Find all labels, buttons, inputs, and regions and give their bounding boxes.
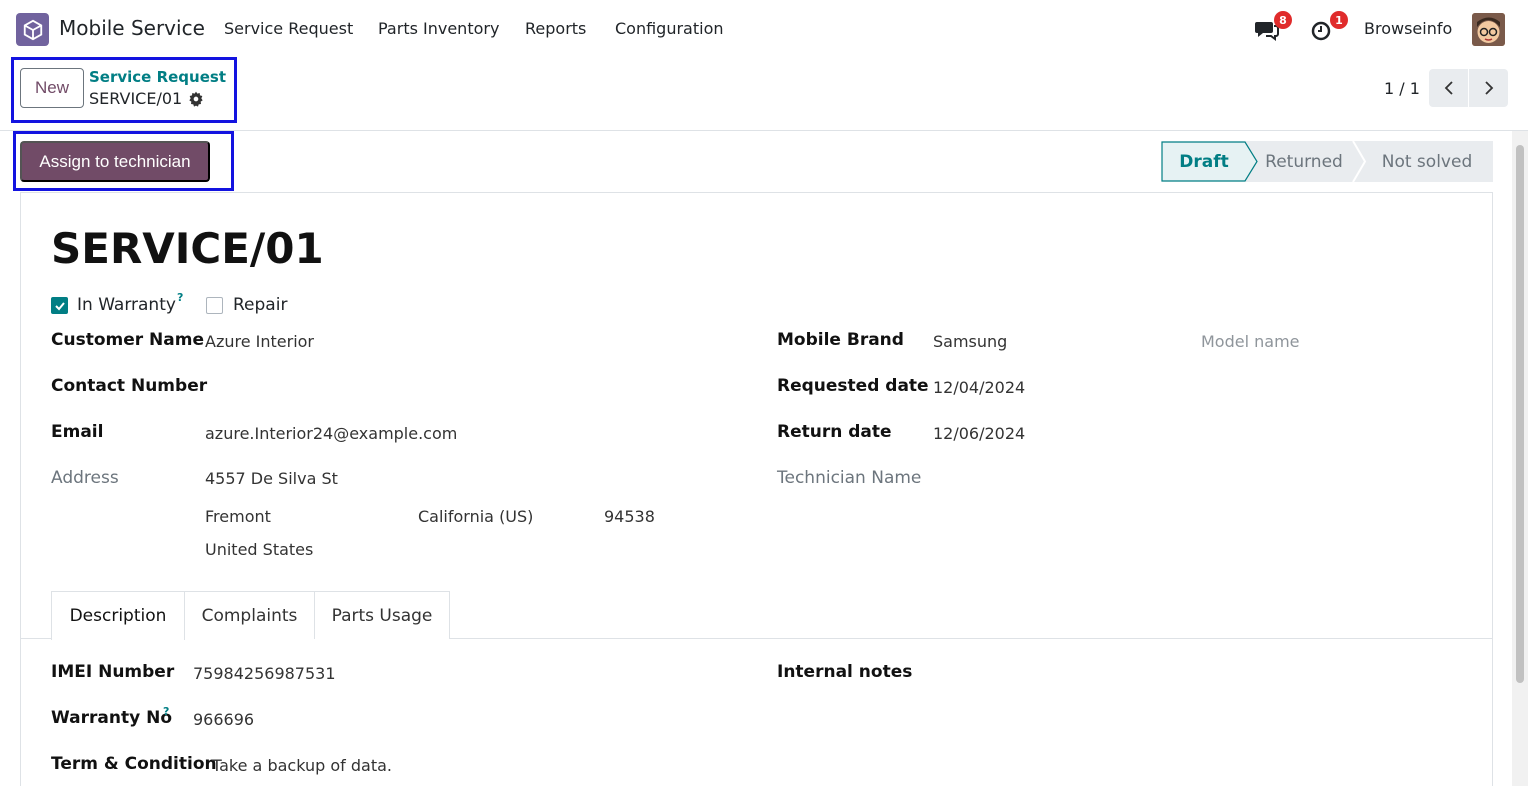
user-avatar[interactable] <box>1472 13 1505 46</box>
term-condition-field[interactable]: Take a backup of data. <box>212 756 392 775</box>
internal-notes-label: Internal notes <box>777 662 913 682</box>
top-navbar: Mobile Service Service Request Parts Inv… <box>0 0 1528 57</box>
breadcrumb-current-label: SERVICE/01 <box>89 89 183 108</box>
in-warranty-checkbox[interactable] <box>51 297 68 314</box>
imei-number-field[interactable]: 75984256987531 <box>193 664 336 683</box>
term-condition-label: Term & Condition <box>51 754 217 774</box>
requested-date-label: Requested date <box>777 376 929 396</box>
user-name[interactable]: Browseinfo <box>1364 19 1452 38</box>
assign-to-technician-button[interactable]: Assign to technician <box>20 141 210 182</box>
imei-number-label: IMEI Number <box>51 662 175 682</box>
pager-next-button[interactable] <box>1469 69 1508 107</box>
customer-name-field[interactable]: Azure Interior <box>205 332 314 351</box>
stage-returned[interactable]: Returned <box>1257 141 1351 182</box>
mobile-brand-label: Mobile Brand <box>777 330 904 350</box>
warranty-no-field[interactable]: 966696 <box>193 710 254 729</box>
chevron-left-icon <box>1444 81 1453 95</box>
app-name[interactable]: Mobile Service <box>59 16 205 40</box>
menu-parts-inventory[interactable]: Parts Inventory <box>378 19 499 38</box>
street-field[interactable]: 4557 De Silva St <box>205 469 338 488</box>
app-logo-icon[interactable] <box>16 13 49 46</box>
pager-previous-button[interactable] <box>1429 69 1468 107</box>
new-button[interactable]: New <box>20 68 84 108</box>
tab-parts-usage[interactable]: Parts Usage <box>314 591 450 639</box>
requested-date-field[interactable]: 12/04/2024 <box>933 378 1025 397</box>
tab-complaints[interactable]: Complaints <box>184 591 315 639</box>
pager-value[interactable]: 1 / 1 <box>1384 79 1420 98</box>
contact-number-label: Contact Number <box>51 376 208 396</box>
activities-button[interactable]: 1 <box>1310 11 1348 42</box>
scrollbar-thumb[interactable] <box>1516 145 1524 683</box>
return-date-label: Return date <box>777 422 892 442</box>
zip-field[interactable]: 94538 <box>604 507 655 526</box>
messages-button[interactable]: 8 <box>1254 11 1292 42</box>
menu-configuration[interactable]: Configuration <box>615 19 724 38</box>
form-sheet <box>20 192 1493 786</box>
gear-icon[interactable] <box>188 91 204 107</box>
tab-description[interactable]: Description <box>51 591 185 640</box>
chevron-right-icon <box>1484 81 1493 95</box>
stage-not-solved[interactable]: Not solved <box>1367 141 1487 182</box>
stage-draft[interactable]: Draft <box>1161 141 1247 182</box>
in-warranty-help-icon[interactable]: ? <box>177 291 183 304</box>
breadcrumb-parent-link[interactable]: Service Request <box>89 68 226 86</box>
repair-label[interactable]: Repair <box>233 295 287 315</box>
mobile-brand-field[interactable]: Samsung <box>933 332 1007 351</box>
record-title[interactable]: SERVICE/01 <box>51 224 324 273</box>
warranty-no-help-icon[interactable]: ? <box>163 705 169 718</box>
state-field[interactable]: California (US) <box>418 507 533 526</box>
menu-service-request[interactable]: Service Request <box>224 19 353 38</box>
email-label: Email <box>51 422 104 442</box>
technician-name-label: Technician Name <box>777 468 922 488</box>
model-name-field[interactable]: Model name <box>1201 332 1300 351</box>
return-date-field[interactable]: 12/06/2024 <box>933 424 1025 443</box>
check-icon <box>54 301 65 310</box>
city-field[interactable]: Fremont <box>205 507 271 526</box>
form-view-page: Mobile Service Service Request Parts Inv… <box>0 0 1528 786</box>
breadcrumb-current: SERVICE/01 <box>89 89 204 108</box>
in-warranty-label[interactable]: In Warranty <box>77 295 176 315</box>
warranty-no-label: Warranty No <box>51 708 172 728</box>
repair-checkbox[interactable] <box>206 297 223 314</box>
email-field[interactable]: azure.Interior24@example.com <box>205 424 457 443</box>
page-scrollbar[interactable] <box>1512 131 1528 786</box>
activities-badge: 1 <box>1330 11 1348 29</box>
address-label: Address <box>51 468 119 488</box>
customer-name-label: Customer Name <box>51 330 204 350</box>
messages-badge: 8 <box>1274 11 1292 29</box>
country-field[interactable]: United States <box>205 540 313 559</box>
menu-reports[interactable]: Reports <box>525 19 586 38</box>
